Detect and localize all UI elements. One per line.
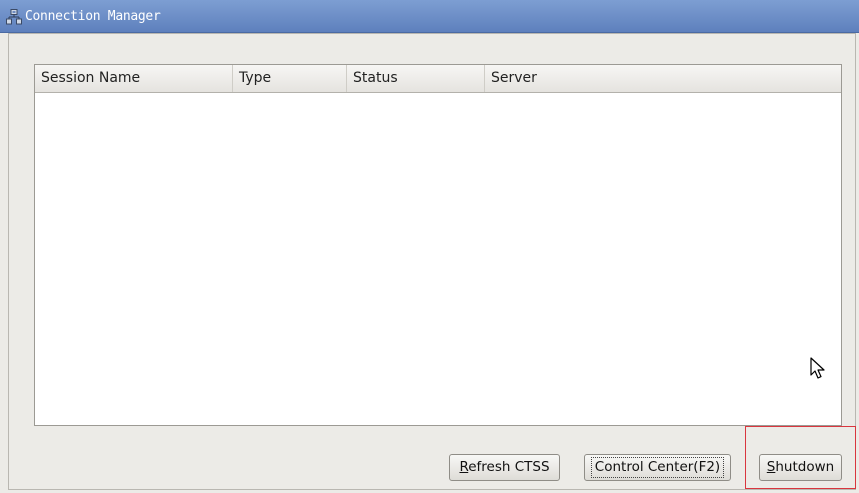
refresh-ctss-button[interactable]: Refresh CTSS bbox=[449, 454, 560, 481]
shutdown-label: hutdown bbox=[775, 459, 835, 475]
connection-manager-window: Connection Manager Session Name Type Sta… bbox=[0, 0, 859, 493]
control-center-label: Control Center(F2) bbox=[590, 457, 725, 478]
column-header-status[interactable]: Status bbox=[347, 65, 485, 92]
session-table[interactable]: Session Name Type Status Server bbox=[34, 64, 842, 426]
mouse-pointer-icon bbox=[810, 357, 825, 379]
column-header-session-name[interactable]: Session Name bbox=[35, 65, 233, 92]
refresh-label: efresh CTSS bbox=[468, 459, 550, 475]
column-header-type[interactable]: Type bbox=[233, 65, 347, 92]
network-computer-icon bbox=[6, 9, 22, 25]
shutdown-button[interactable]: Shutdown bbox=[759, 454, 842, 481]
window-title: Connection Manager bbox=[25, 9, 161, 24]
table-header: Session Name Type Status Server bbox=[35, 65, 841, 93]
refresh-mnemonic: R bbox=[459, 459, 469, 475]
table-body[interactable] bbox=[35, 93, 841, 425]
column-header-server[interactable]: Server bbox=[485, 65, 841, 92]
title-bar[interactable]: Connection Manager bbox=[0, 0, 859, 33]
control-center-button[interactable]: Control Center(F2) bbox=[584, 454, 731, 481]
